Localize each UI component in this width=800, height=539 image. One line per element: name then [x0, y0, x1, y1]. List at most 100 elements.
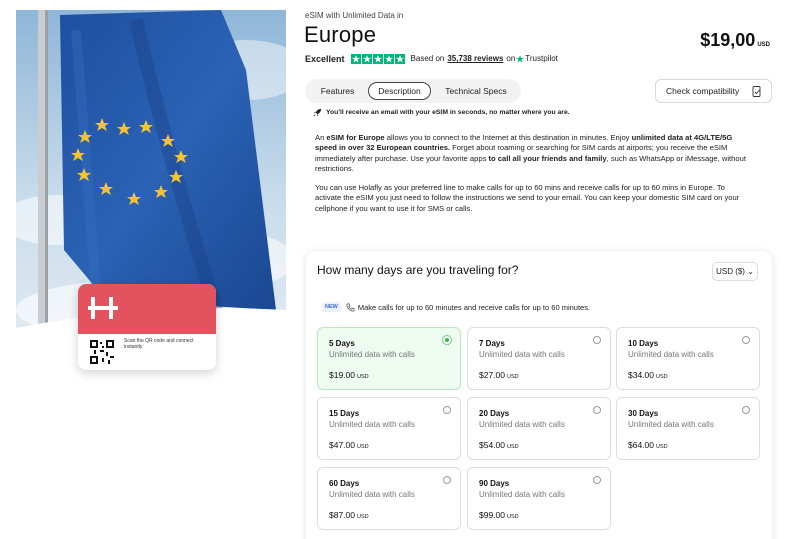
- plan-price: $64.00 USD: [628, 440, 668, 450]
- plan-days: 20 Days: [479, 409, 510, 418]
- plan-price-value: $87.00: [329, 510, 355, 520]
- currency-value: USD ($): [716, 267, 745, 276]
- plan-desc: Unlimited data with calls: [479, 490, 565, 499]
- trustpilot-star-icon: [516, 54, 525, 63]
- qr-code-icon: [90, 340, 114, 364]
- esim-card-caption: Scan the QR code and connect instantly: [124, 338, 194, 350]
- plan-radio[interactable]: [593, 476, 601, 484]
- plan-price-unit: USD: [507, 514, 519, 520]
- calls-promo: NEW Make calls for up to 60 minutes and …: [322, 302, 590, 312]
- rating-on: on: [506, 54, 516, 63]
- plan-card-60-days[interactable]: 60 Days Unlimited data with calls $87.00…: [317, 467, 461, 530]
- rating-based-on: Based on: [410, 54, 445, 63]
- days-panel-title: How many days are you traveling for?: [317, 263, 519, 277]
- plan-price: $27.00 USD: [479, 370, 519, 380]
- plan-radio[interactable]: [593, 406, 601, 414]
- plan-price-value: $64.00: [628, 440, 654, 450]
- calls-promo-text: Make calls for up to 60 minutes and rece…: [357, 302, 591, 312]
- plan-desc: Unlimited data with calls: [479, 420, 565, 429]
- esim-card-header: [78, 284, 216, 334]
- product-hero-image: [16, 10, 286, 330]
- phone-icon: [346, 303, 355, 311]
- description-paragraph-1: An eSIM for Europe allows you to connect…: [315, 133, 747, 175]
- plan-price-unit: USD: [656, 444, 668, 450]
- plan-card-10-days[interactable]: 10 Days Unlimited data with calls $34.00…: [616, 327, 760, 390]
- plan-price: $54.00 USD: [479, 440, 519, 450]
- plan-days: 10 Days: [628, 339, 659, 348]
- holafly-logo-icon: [88, 297, 118, 319]
- star-icon: [394, 53, 405, 64]
- phone-check-icon: [752, 86, 761, 97]
- plan-card-15-days[interactable]: 15 Days Unlimited data with calls $47.00…: [317, 397, 461, 460]
- rating-label: Excellent: [305, 53, 345, 64]
- plan-price-value: $27.00: [479, 370, 505, 380]
- plan-price-value: $54.00: [479, 440, 505, 450]
- plan-radio[interactable]: [443, 476, 451, 484]
- plan-price: $34.00 USD: [628, 370, 668, 380]
- star-icon: [372, 53, 383, 64]
- tab-technical-specs[interactable]: Technical Specs: [435, 79, 517, 103]
- star-icon: [383, 53, 394, 64]
- desc-text: allows you to connect to the Internet at…: [384, 133, 632, 142]
- plan-days: 90 Days: [479, 479, 510, 488]
- plan-card-7-days[interactable]: 7 Days Unlimited data with calls $27.00 U…: [467, 327, 611, 390]
- product-title: Europe: [304, 22, 377, 47]
- plan-desc: Unlimited data with calls: [479, 350, 565, 359]
- plan-desc: Unlimited data with calls: [628, 350, 714, 359]
- eu-flag-photo: [16, 10, 286, 330]
- tab-description[interactable]: Description: [368, 82, 431, 100]
- currency-select[interactable]: USD ($) ⌄: [712, 262, 758, 281]
- plan-days: 60 Days: [329, 479, 360, 488]
- plan-price-value: $34.00: [628, 370, 654, 380]
- plan-price-unit: USD: [357, 444, 369, 450]
- plan-days: 7 Days: [479, 339, 505, 348]
- plan-radio[interactable]: [742, 336, 750, 344]
- plan-desc: Unlimited data with calls: [329, 490, 415, 499]
- plan-radio[interactable]: [742, 406, 750, 414]
- plan-radio[interactable]: [443, 406, 451, 414]
- chevron-down-icon: ⌄: [747, 267, 754, 276]
- desc-bold: eSIM for Europe: [326, 133, 385, 142]
- plan-price: $99.00 USD: [479, 510, 519, 520]
- esim-card-body: Scan the QR code and connect instantly: [78, 334, 216, 370]
- check-compatibility-button[interactable]: Check compatibility: [655, 79, 772, 103]
- plan-price: $47.00 USD: [329, 440, 369, 450]
- plan-price-value: $19.00: [329, 370, 355, 380]
- check-compatibility-label: Check compatibility: [666, 86, 740, 96]
- rocket-icon: [313, 108, 322, 117]
- plan-price: $87.00 USD: [329, 510, 369, 520]
- plan-desc: Unlimited data with calls: [329, 350, 415, 359]
- plan-days: 5 Days: [329, 339, 355, 348]
- plan-price-value: $47.00: [329, 440, 355, 450]
- plan-card-90-days[interactable]: 90 Days Unlimited data with calls $99.00…: [467, 467, 611, 530]
- delivery-notice-text: You'll receive an email with your eSIM i…: [326, 109, 570, 116]
- new-badge: NEW: [322, 302, 341, 312]
- reviews-link[interactable]: 35,738 reviews: [447, 54, 503, 63]
- plan-price-unit: USD: [357, 514, 369, 520]
- trustpilot-wordmark: Trustpilot: [525, 54, 558, 63]
- star-icon: [350, 53, 361, 64]
- desc-bold: to call all your friends and family: [488, 153, 607, 163]
- desc-text: An: [315, 133, 327, 142]
- plan-card-20-days[interactable]: 20 Days Unlimited data with calls $54.00…: [467, 397, 611, 460]
- description-paragraph-2: You can use Holafly as your preferred li…: [315, 183, 740, 213]
- plan-radio[interactable]: [593, 336, 601, 344]
- plan-card-30-days[interactable]: 30 Days Unlimited data with calls $64.00…: [616, 397, 760, 460]
- plan-price-unit: USD: [357, 374, 369, 380]
- plan-days: 30 Days: [628, 409, 659, 418]
- plan-price: $19.00 USD: [329, 370, 369, 380]
- days-selector-panel: How many days are you traveling for? USD…: [306, 251, 772, 539]
- trustpilot-rating: Excellent Based on 35,738 reviews on Tru…: [305, 53, 558, 64]
- tab-features[interactable]: Features: [310, 79, 365, 103]
- product-tabs: Features Description Technical Specs: [305, 79, 521, 103]
- rating-stars: [350, 53, 406, 64]
- price-value: $19,00: [700, 30, 756, 50]
- plan-price-unit: USD: [507, 444, 519, 450]
- plan-days: 15 Days: [329, 409, 360, 418]
- esim-card-graphic: Scan the QR code and connect instantly: [78, 284, 216, 370]
- price-currency: USD: [757, 42, 770, 48]
- plan-desc: Unlimited data with calls: [628, 420, 714, 429]
- plan-desc: Unlimited data with calls: [329, 420, 415, 429]
- delivery-notice: You'll receive an email with your eSIM i…: [313, 108, 570, 117]
- plan-card-5-days[interactable]: 5 Days Unlimited data with calls $19.00 U…: [317, 327, 461, 390]
